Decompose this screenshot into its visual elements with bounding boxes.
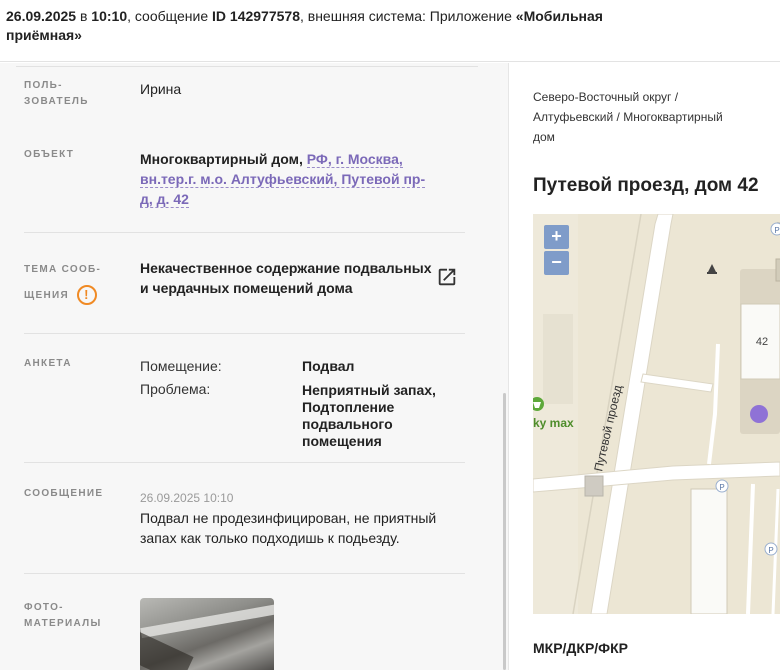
divider — [24, 573, 465, 574]
topic-label: ТЕМА СООБ- ЩЕНИЯ! — [24, 257, 101, 309]
header-message-text: , сообщение — [127, 8, 213, 24]
message-row: СООБЩЕНИЕ 26.09.2025 10:10 Подвал не про… — [0, 463, 470, 574]
message-header: 26.09.2025 в 10:10, сообщение ID 1429775… — [0, 0, 780, 62]
object-label: ОБЪЕКТ — [24, 149, 75, 160]
photos-label-line-2: МАТЕРИАЛЫ — [24, 618, 102, 629]
object-row: ОБЪЕКТ Многоквартирный дом, РФ, г. Москв… — [0, 125, 470, 233]
header-date: 26.09.2025 — [6, 8, 77, 24]
warning-icon: ! — [76, 285, 97, 306]
header-app-name-2: приёмная» — [6, 27, 82, 43]
breadcrumb-line-3: дом — [533, 130, 555, 144]
questionnaire-row: АНКЕТА Помещение: Подвал Проблема: Непри… — [0, 334, 470, 463]
map-parking-3: P — [774, 226, 779, 235]
message-label: СООБЩЕНИЕ — [24, 488, 104, 499]
question-room: Помещение: — [140, 358, 222, 374]
message-text-line-1: Подвал не продезинфицирован, не приятный — [140, 510, 437, 526]
map-parking-1: P — [719, 483, 724, 492]
topic-value: Некачественное содержание подвальных и ч… — [140, 258, 432, 298]
answer-problem-line-3: подвального помещения — [302, 416, 393, 449]
question-problem: Проблема: — [140, 381, 211, 397]
message-text: Подвал не продезинфицирован, не приятный… — [140, 508, 436, 548]
photo-detail — [140, 603, 274, 639]
topic-value-line-1: Некачественное содержание подвальных — [140, 260, 432, 276]
header-in-word: в — [76, 8, 92, 24]
questionnaire-label: АНКЕТА — [24, 358, 72, 369]
map-parking-2: P — [768, 546, 773, 555]
message-datetime: 26.09.2025 10:10 — [140, 491, 234, 505]
user-label: ПОЛЬ- ЗОВАТЕЛЬ — [24, 78, 89, 110]
user-label-line-2: ЗОВАТЕЛЬ — [24, 96, 89, 107]
external-link-icon[interactable] — [436, 266, 458, 288]
header-system-text: , внешняя система: Приложение — [299, 8, 516, 24]
work-type-label: МКР/ДКР/ФКР — [533, 640, 629, 656]
user-label-line-1: ПОЛЬ- — [24, 80, 63, 91]
topic-label-line-2: ЩЕНИЯ — [24, 290, 69, 301]
object-address-link-2[interactable]: вн.тер.г. м.о. Алтуфьевский, Путевой пр- — [140, 171, 426, 188]
breadcrumb: Северо-Восточный округ / Алтуфьевский / … — [533, 87, 773, 147]
topic-label-line-1: ТЕМА СООБ- — [24, 264, 102, 275]
photos-label: ФОТО- МАТЕРИАЛЫ — [24, 600, 102, 632]
details-panel[interactable]: ПОЛЬ- ЗОВАТЕЛЬ Ирина ОБЪЕКТ Многоквартир… — [0, 63, 509, 670]
user-row: ПОЛЬ- ЗОВАТЕЛЬ Ирина — [0, 63, 470, 125]
map-house-number: 42 — [756, 336, 768, 348]
topic-row: ТЕМА СООБ- ЩЕНИЯ! Некачественное содержа… — [0, 233, 470, 334]
object-value: Многоквартирный дом, РФ, г. Москва, вн.т… — [140, 149, 426, 209]
zoom-in-button[interactable]: + — [544, 225, 569, 249]
object-address-link-1[interactable]: РФ, г. Москва, — [306, 151, 403, 168]
map[interactable]: Путевой проезд 42 ky max P P P + − — [533, 214, 780, 614]
answer-room: Подвал — [302, 358, 355, 374]
answer-problem-line-2: Подтопление — [302, 399, 395, 415]
header-time: 10:10 — [91, 8, 128, 24]
location-panel: Северо-Восточный округ / Алтуфьевский / … — [510, 63, 780, 670]
location-marker — [750, 405, 768, 423]
map-shop-label: ky max — [533, 416, 574, 430]
photo-detail — [140, 631, 194, 670]
topic-value-line-2: и чердачных помещений дома — [140, 280, 353, 296]
header-app-name-1: «Мобильная — [515, 8, 603, 24]
header-line-1: 26.09.2025 в 10:10, сообщение ID 1429775… — [6, 6, 603, 26]
map-canvas: Путевой проезд 42 ky max P P P — [533, 214, 780, 614]
answer-problem-line-1: Неприятный запах, — [302, 382, 436, 398]
photos-label-line-1: ФОТО- — [24, 602, 64, 613]
photo-thumbnail[interactable] — [140, 598, 274, 670]
scrollbar[interactable] — [503, 393, 506, 670]
message-text-line-2: запах как только подходишь к подьезду. — [140, 530, 400, 546]
breadcrumb-line-1: Северо-Восточный округ / — [533, 90, 679, 104]
address-title: Путевой проезд, дом 42 — [533, 175, 759, 196]
object-type: Многоквартирный дом, — [140, 151, 303, 167]
answer-problem: Неприятный запах, Подтопление подвальног… — [302, 382, 472, 450]
header-id: ID 142977578 — [212, 8, 300, 24]
user-value: Ирина — [140, 81, 182, 97]
object-address-link-3[interactable]: д, д. 42 — [140, 191, 189, 208]
breadcrumb-line-2: Алтуфьевский / Многоквартирный — [533, 110, 723, 124]
zoom-out-button[interactable]: − — [544, 251, 569, 275]
